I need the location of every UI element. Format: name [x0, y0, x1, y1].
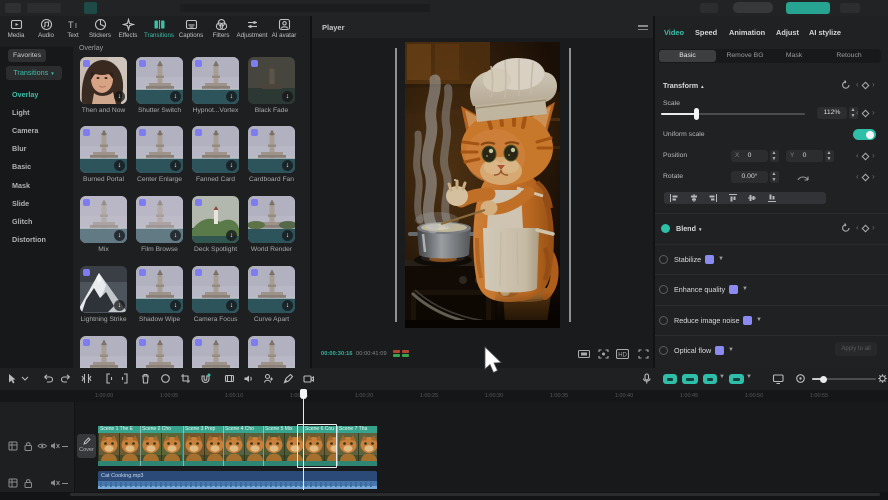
svg-text:I: I: [75, 23, 77, 30]
svg-text:HD: HD: [618, 352, 627, 358]
svg-text:T: T: [68, 20, 74, 30]
